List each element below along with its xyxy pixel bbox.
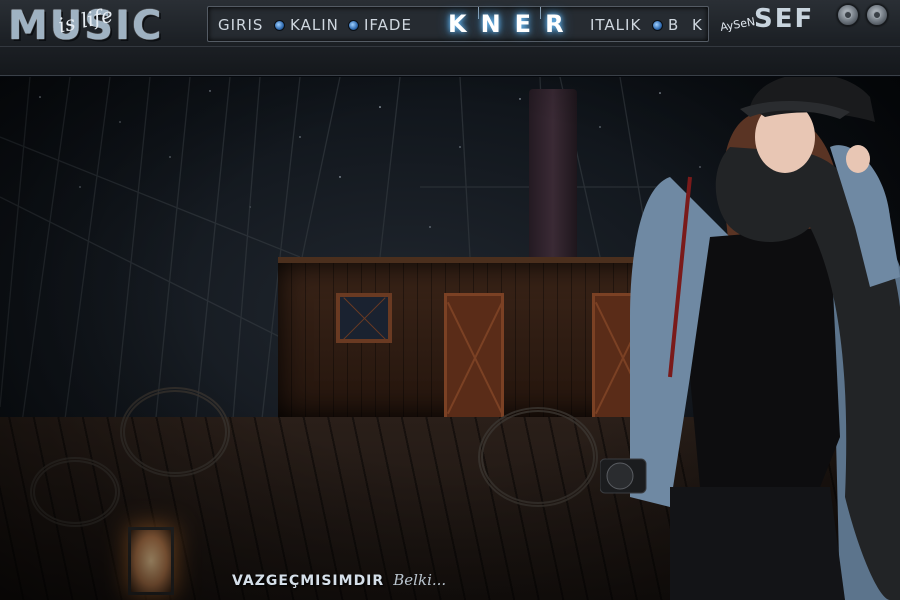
signature-text: Belki...	[393, 571, 447, 589]
circle-button-left[interactable]	[837, 4, 859, 26]
menu-item-kalin[interactable]: KALIN	[290, 16, 339, 34]
badge-big-text: SEF	[754, 4, 815, 34]
menu-item-ifade[interactable]: IFADE	[364, 16, 412, 34]
brand-title: KNER	[448, 10, 578, 38]
site-logo[interactable]: MUSIC is life	[8, 2, 180, 52]
menu-item-k[interactable]: K	[692, 16, 703, 34]
user-badge: AySeN SEF	[719, 4, 816, 34]
dot-icon	[348, 20, 359, 31]
top-bar: MUSIC is life GIRIS KALIN IFADE KNER ITA…	[0, 0, 900, 76]
circle-button-icon	[873, 11, 881, 19]
badge-small-text: AySeN	[719, 15, 757, 34]
menu-item-giris[interactable]: GIRIS	[218, 16, 263, 34]
background-scene	[0, 77, 900, 600]
menu-item-italik[interactable]: ITALIK	[590, 16, 641, 34]
circle-button-right[interactable]	[866, 4, 888, 26]
caption-text: VAZGEÇMISIMDIR	[232, 573, 385, 589]
footer-caption: VAZGEÇMISIMDIR Belki...	[232, 570, 446, 594]
dot-icon	[274, 20, 285, 31]
dot-icon	[652, 20, 663, 31]
woman-figure	[600, 77, 900, 600]
format-toolbar: GIRIS KALIN IFADE KNER ITALIK B K	[207, 6, 709, 42]
circle-button-icon	[844, 11, 852, 19]
menu-item-b[interactable]: B	[668, 16, 679, 34]
